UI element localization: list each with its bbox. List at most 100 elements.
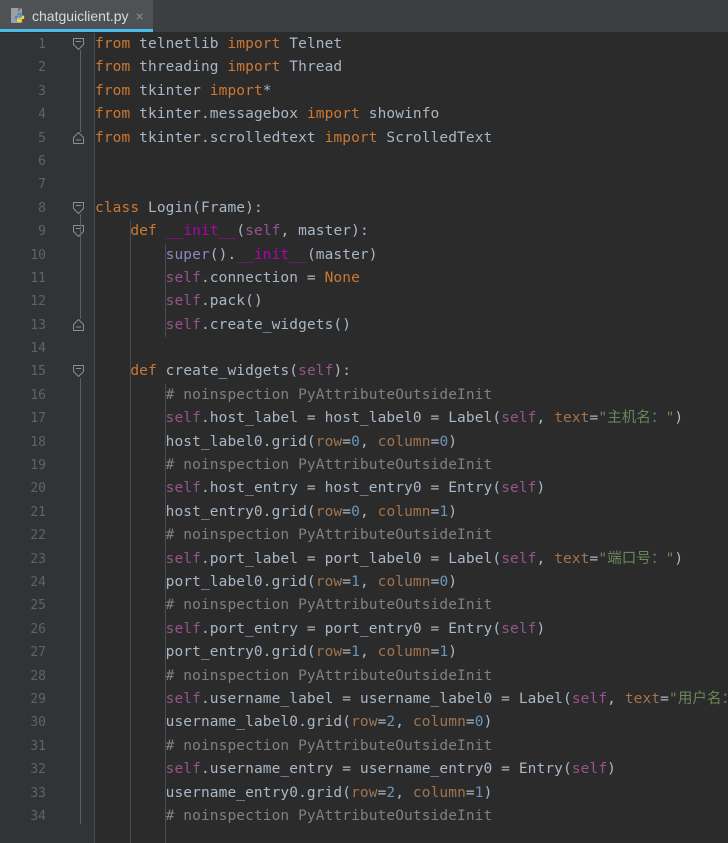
line-number: 18 — [30, 434, 46, 450]
token-cmt: # noinspection PyAttributeOutsideInit — [165, 807, 493, 824]
code-text: # noinspection PyAttributeOutsideInit — [95, 384, 728, 407]
line-number: 33 — [30, 785, 46, 801]
token-sf: self — [245, 223, 281, 240]
token-pln: , — [359, 573, 378, 590]
token-sf: self — [165, 550, 201, 567]
code-text: port_entry0.grid(row=1, column=1) — [95, 641, 728, 664]
code-line[interactable]: 10 super().__init__(master) — [0, 244, 728, 267]
token-kwarg: row — [351, 784, 378, 801]
line-number: 5 — [38, 130, 46, 146]
code-text: host_entry0.grid(row=0, column=1) — [95, 501, 728, 524]
code-line[interactable]: 18 host_label0.grid(row=0, column=0) — [0, 431, 728, 454]
code-line[interactable]: 19 # noinspection PyAttributeOutsideInit — [0, 454, 728, 477]
code-line[interactable]: 24 port_label0.grid(row=1, column=0) — [0, 571, 728, 594]
code-text: # noinspection PyAttributeOutsideInit — [95, 594, 728, 617]
token-num: 2 — [386, 714, 396, 731]
code-line[interactable]: 32 self.username_entry = username_entry0… — [0, 758, 728, 781]
line-number: 22 — [30, 528, 46, 544]
token-pln: ) — [483, 784, 493, 801]
token-kw: import — [306, 106, 360, 123]
close-icon[interactable]: × — [135, 0, 144, 32]
code-text: self.port_entry = port_entry0 = Entry(se… — [95, 618, 728, 641]
token-pln: ) — [448, 644, 458, 661]
code-line[interactable]: 23 self.port_label = port_label0 = Label… — [0, 548, 728, 571]
token-str: "主机名：" — [598, 410, 675, 427]
line-number: 23 — [30, 551, 46, 567]
line-number: 8 — [38, 200, 46, 216]
token-pln: Telnet — [280, 36, 343, 52]
code-line[interactable]: 33 username_entry0.grid(row=2, column=1) — [0, 782, 728, 805]
code-line[interactable]: 1 from telnetlib import Telnet — [0, 33, 728, 56]
line-number: 28 — [30, 668, 46, 684]
line-number: 11 — [30, 270, 46, 286]
code-line[interactable]: 28 # noinspection PyAttributeOutsideInit — [0, 665, 728, 688]
code-line[interactable]: 6 — [0, 150, 728, 173]
code-line[interactable]: 14 — [0, 337, 728, 360]
code-line[interactable]: 2 from threading import Thread — [0, 56, 728, 79]
line-number: 4 — [38, 107, 46, 123]
code-line[interactable]: 34 # noinspection PyAttributeOutsideInit — [0, 805, 728, 828]
code-text: from tkinter import* — [95, 80, 728, 103]
token-num: 1 — [351, 573, 360, 590]
line-number: 10 — [30, 247, 46, 263]
code-line[interactable]: 29 self.username_label = username_label0… — [0, 688, 728, 711]
code-line[interactable]: 8 class Login(Frame): — [0, 197, 728, 220]
code-line[interactable]: 9 def __init__(self, master): — [0, 220, 728, 243]
token-pln: = — [342, 433, 352, 450]
code-text: username_label0.grid(row=2, column=0) — [95, 711, 728, 734]
code-line[interactable]: 27 port_entry0.grid(row=1, column=1) — [0, 641, 728, 664]
line-number: 20 — [30, 481, 46, 497]
line-number: 9 — [38, 224, 46, 240]
token-pln: Thread — [280, 59, 343, 76]
token-pln: = — [465, 714, 475, 731]
code-line[interactable]: 5 from tkinter.scrolledtext import Scroll… — [0, 127, 728, 150]
code-text: self.create_widgets() — [95, 314, 728, 337]
line-number: 14 — [30, 341, 46, 357]
code-line[interactable]: 7 — [0, 173, 728, 196]
token-pln: ) — [448, 573, 458, 590]
token-cmt: # noinspection PyAttributeOutsideInit — [165, 527, 493, 544]
code-text: from tkinter.messagebox import showinfo — [95, 103, 728, 126]
token-pln: , — [359, 644, 378, 661]
token-pln: , — [607, 690, 625, 707]
code-line[interactable]: 15 def create_widgets(self): — [0, 360, 728, 383]
code-text: self.host_label = host_label0 = Label(se… — [95, 407, 728, 430]
code-line[interactable]: 31 # noinspection PyAttributeOutsideInit — [0, 735, 728, 758]
code-line[interactable]: 13 self.create_widgets() — [0, 314, 728, 337]
token-sf: self — [501, 410, 537, 427]
token-cmt: # noinspection PyAttributeOutsideInit — [165, 597, 493, 614]
token-sf: self — [165, 293, 201, 310]
token-sf: self — [165, 316, 201, 333]
token-pln: .host_label = host_label0 = Label( — [200, 410, 502, 427]
code-line[interactable]: 11 self.connection = None — [0, 267, 728, 290]
code-line[interactable]: 4 from tkinter.messagebox import showinfo — [0, 103, 728, 126]
token-pln: (master) — [306, 246, 378, 263]
tab-chatguiclient-py[interactable]: chatguiclient.py × — [0, 0, 153, 32]
line-number: 32 — [30, 762, 46, 778]
code-line[interactable]: 3 from tkinter import* — [0, 80, 728, 103]
token-num: 0 — [474, 714, 484, 731]
token-kw: None — [324, 269, 360, 286]
code-line[interactable]: 12 self.pack() — [0, 290, 728, 313]
token-pln: .port_label = port_label0 = Label( — [200, 550, 502, 567]
code-line[interactable]: 16 # noinspection PyAttributeOutsideInit — [0, 384, 728, 407]
code-line[interactable]: 21 host_entry0.grid(row=0, column=1) — [0, 501, 728, 524]
code-editor[interactable]: 1 from telnetlib import Telnet 2 from threa… — [0, 33, 728, 843]
token-kwarg: row — [351, 714, 378, 731]
editor-tab-bar: chatguiclient.py × — [0, 0, 728, 33]
token-pln: , — [536, 550, 555, 567]
token-kw: from — [95, 82, 131, 99]
code-line[interactable]: 20 self.host_entry = host_entry0 = Entry… — [0, 477, 728, 500]
token-kwarg: text — [554, 550, 590, 567]
token-str: "端口号：" — [598, 550, 675, 567]
token-num: 0 — [351, 503, 360, 520]
code-line[interactable]: 26 self.port_entry = port_entry0 = Entry… — [0, 618, 728, 641]
code-line[interactable]: 17 self.host_label = host_label0 = Label… — [0, 407, 728, 430]
token-kwarg: row — [315, 503, 343, 520]
token-pln: Login(Frame): — [139, 199, 263, 216]
token-str: "用户名：" — [669, 690, 728, 707]
code-line[interactable]: 25 # noinspection PyAttributeOutsideInit — [0, 594, 728, 617]
token-pln: (). — [209, 246, 237, 263]
code-line[interactable]: 22 # noinspection PyAttributeOutsideInit — [0, 524, 728, 547]
code-line[interactable]: 30 username_label0.grid(row=2, column=0) — [0, 711, 728, 734]
